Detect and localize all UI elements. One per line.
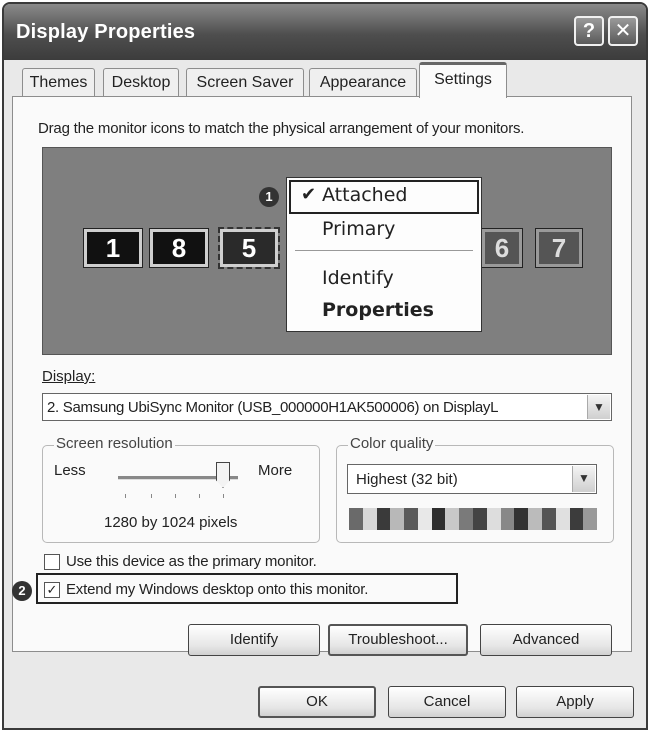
color-quality-value: Highest (32 bit) xyxy=(356,471,458,488)
monitor-icon-7[interactable]: 7 xyxy=(535,228,583,268)
menu-separator xyxy=(295,250,473,251)
menu-item-attached[interactable]: ✔ Attached xyxy=(289,180,479,214)
display-label-text: Display: xyxy=(42,368,96,385)
tab-desktop[interactable]: Desktop xyxy=(103,68,179,96)
monitor-icon-1[interactable]: 1 xyxy=(83,228,143,268)
color-preview-bar xyxy=(349,508,598,530)
menu-item-primary-label: Primary xyxy=(322,218,396,240)
resolution-value-text: 1280 by 1024 pixels xyxy=(104,514,238,531)
callout-2-marker: 2 xyxy=(12,581,32,601)
display-select-value: 2. Samsung UbiSync Monitor (USB_000000H1… xyxy=(47,399,499,416)
extend-desktop-label: Extend my Windows desktop onto this moni… xyxy=(66,581,369,598)
tab-screen-saver[interactable]: Screen Saver xyxy=(186,68,304,96)
display-select[interactable]: 2. Samsung UbiSync Monitor (USB_000000H1… xyxy=(42,393,612,421)
cancel-button[interactable]: Cancel xyxy=(388,686,506,718)
menu-item-identify[interactable]: Identify xyxy=(287,263,481,293)
help-button[interactable]: ? xyxy=(574,16,604,46)
chevron-down-icon[interactable]: ▼ xyxy=(572,466,595,492)
identify-button[interactable]: Identify xyxy=(188,624,320,656)
primary-monitor-checkbox[interactable] xyxy=(44,554,60,570)
advanced-button[interactable]: Advanced xyxy=(480,624,612,656)
close-button[interactable]: ✕ xyxy=(608,16,638,46)
troubleshoot-button[interactable]: Troubleshoot... xyxy=(328,624,468,656)
chevron-down-icon[interactable]: ▼ xyxy=(587,395,610,419)
checkmark-icon: ✔ xyxy=(301,184,317,205)
ok-button[interactable]: OK xyxy=(258,686,376,718)
color-quality-select[interactable]: Highest (32 bit) ▼ xyxy=(347,464,597,494)
menu-item-properties[interactable]: Properties xyxy=(287,295,481,325)
color-quality-title: Color quality xyxy=(348,435,436,452)
slider-tick xyxy=(125,494,126,498)
monitor-icon-5[interactable]: 5 xyxy=(218,227,280,269)
slider-tick xyxy=(199,494,200,498)
menu-item-primary[interactable]: Primary xyxy=(287,214,481,244)
slider-tick xyxy=(151,494,152,498)
apply-button[interactable]: Apply xyxy=(516,686,634,718)
slider-tick xyxy=(175,494,176,498)
resolution-more-label: More xyxy=(258,462,293,479)
monitor-icon-8[interactable]: 8 xyxy=(149,228,209,268)
tab-themes[interactable]: Themes xyxy=(22,68,95,96)
resolution-less-label: Less xyxy=(54,462,86,479)
monitor-context-menu: ✔ Attached Primary Identify Properties xyxy=(286,177,482,332)
menu-item-identify-label: Identify xyxy=(322,267,394,289)
window-title: Display Properties xyxy=(16,21,196,43)
monitor-icon-6[interactable]: 6 xyxy=(481,228,523,268)
menu-item-properties-label: Properties xyxy=(322,299,434,321)
tab-appearance[interactable]: Appearance xyxy=(309,68,417,96)
primary-monitor-label: Use this device as the primary monitor. xyxy=(66,553,317,570)
slider-tick xyxy=(223,494,224,498)
tab-settings[interactable]: Settings xyxy=(419,62,507,98)
title-bar[interactable]: Display Properties ? ✕ xyxy=(4,4,646,60)
screen-resolution-title: Screen resolution xyxy=(54,435,175,452)
menu-item-attached-label: Attached xyxy=(322,184,408,206)
extend-desktop-checkbox[interactable]: ✓ xyxy=(44,582,60,598)
display-label: Display: xyxy=(42,368,95,385)
callout-1-marker: 1 xyxy=(259,187,279,207)
instruction-text: Drag the monitor icons to match the phys… xyxy=(38,120,525,137)
